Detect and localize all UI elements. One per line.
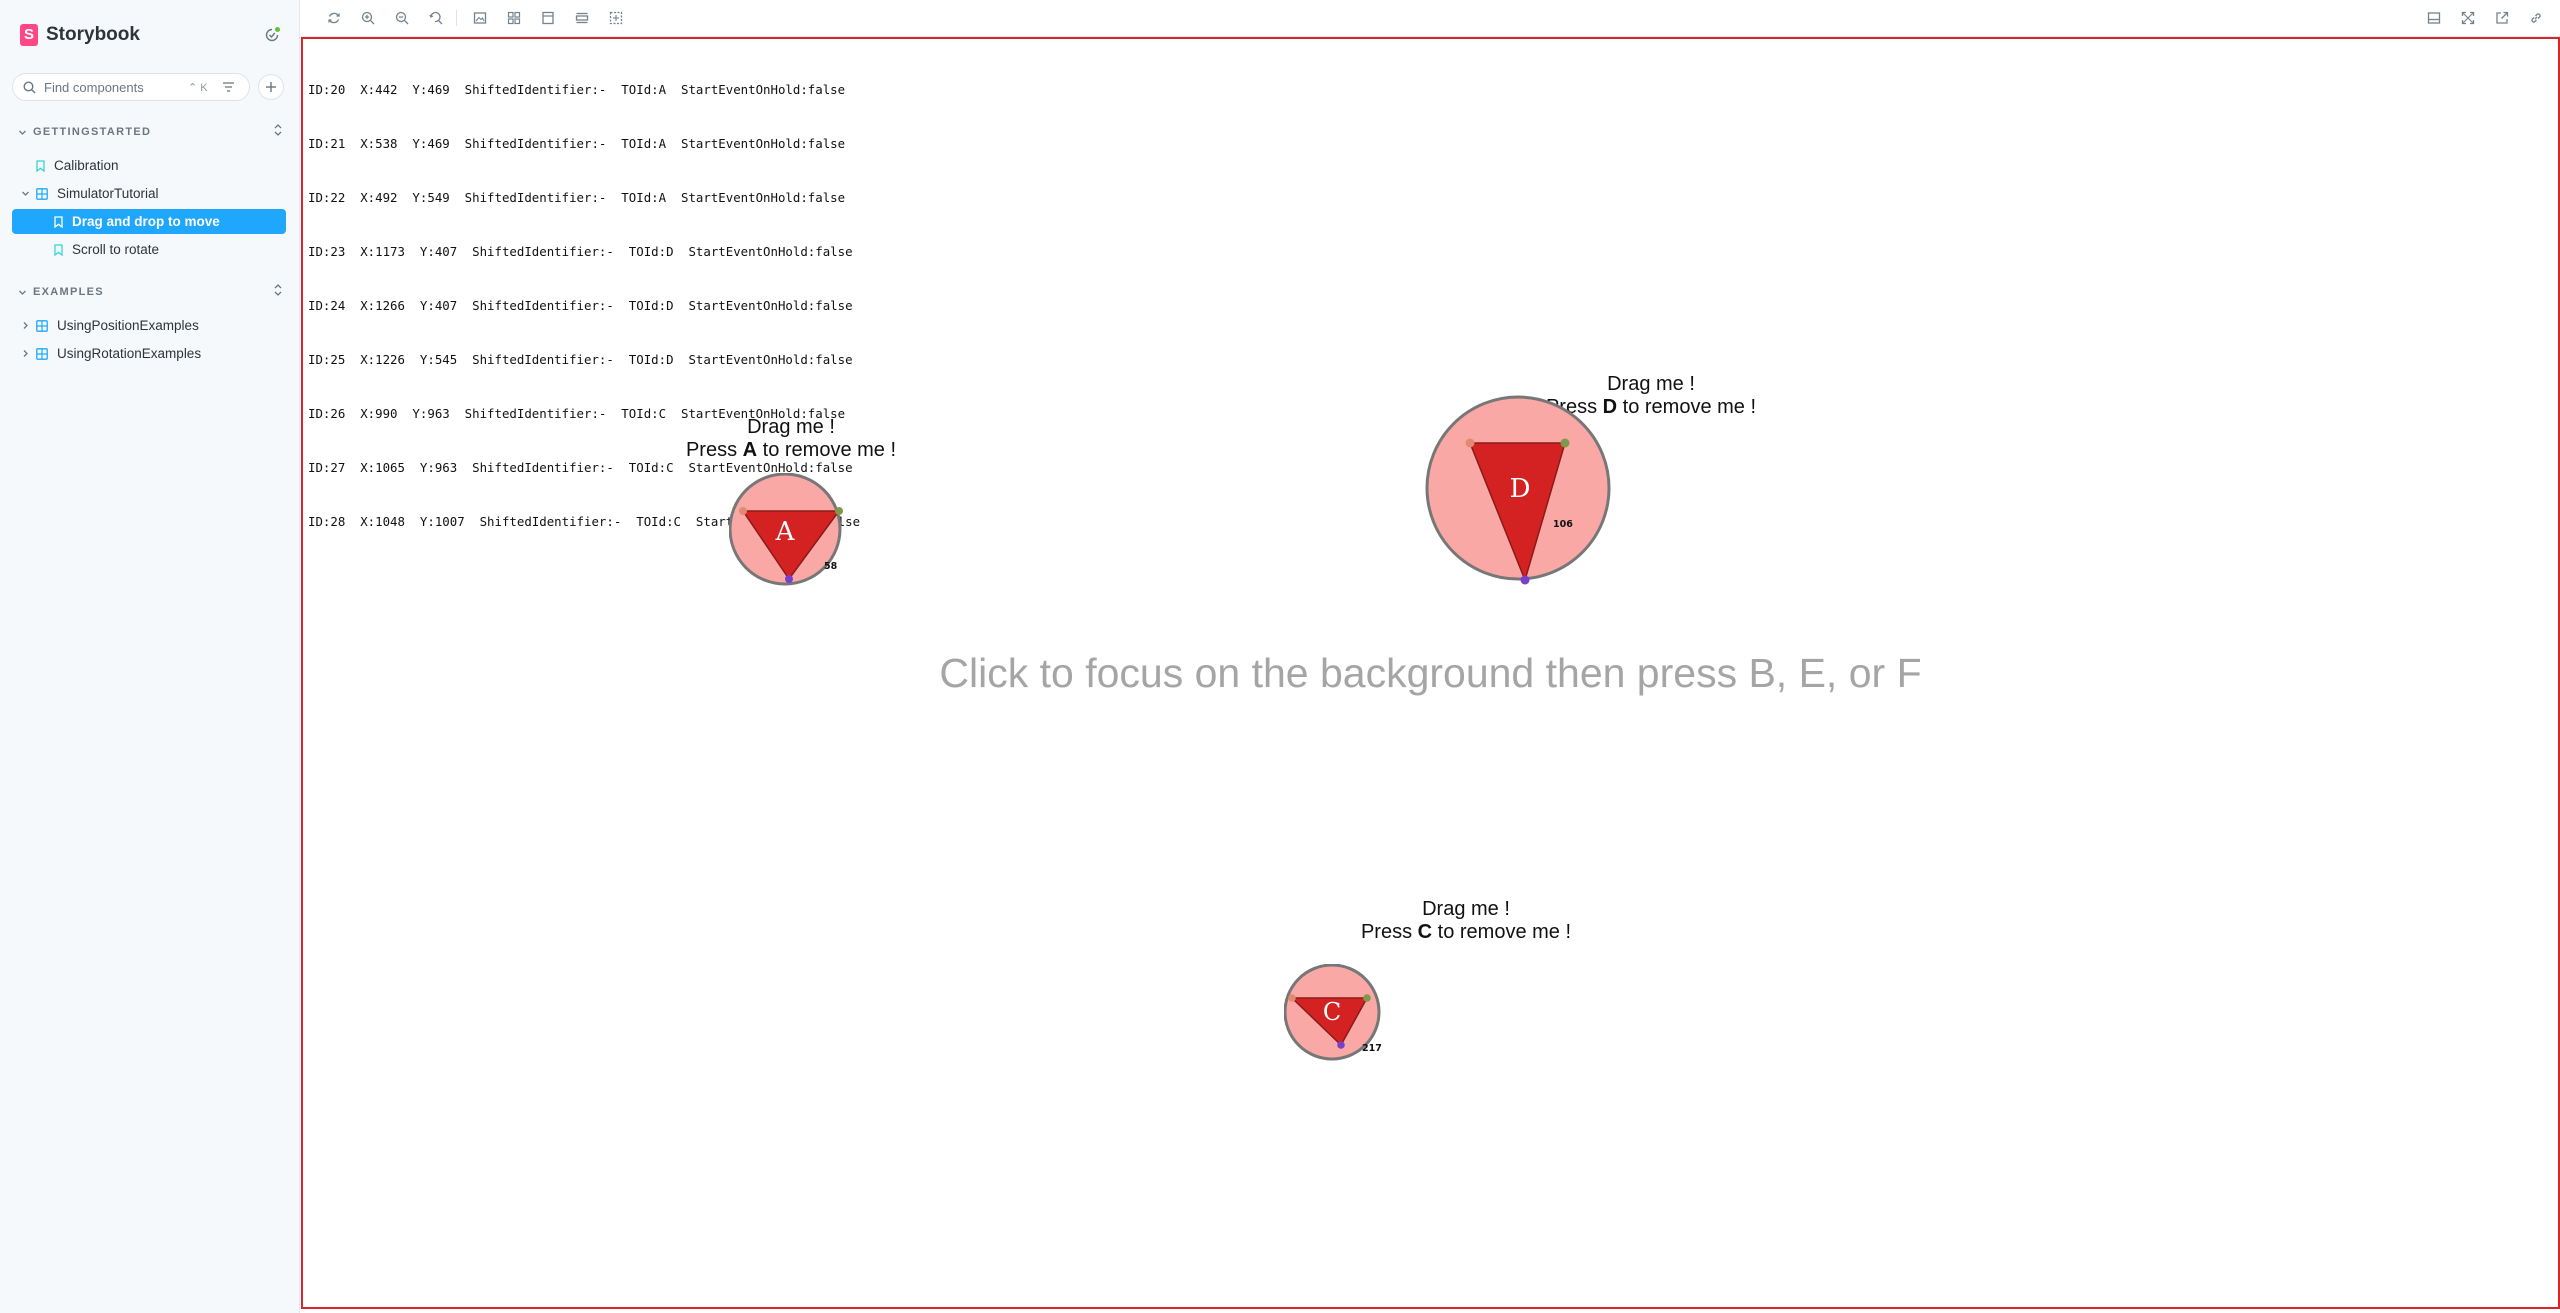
log-line: ID:23 X:1173 Y:407 ShiftedIdentifier:- T… [308,244,853,259]
section-title: GETTINGSTARTED [33,126,152,138]
viewport-button[interactable] [538,8,558,28]
log-line: ID:22 X:492 Y:549 ShiftedIdentifier:- TO… [308,190,846,205]
story-canvas[interactable]: ID:20 X:442 Y:469 ShiftedIdentifier:- TO… [301,37,2560,1309]
search-input[interactable] [44,79,184,95]
component-icon [36,347,48,360]
brand[interactable]: S Storybook [20,24,140,46]
zoom-in-icon [361,11,375,25]
background-icon [473,12,487,24]
object-letter: A [775,517,796,547]
section-examples[interactable]: EXAMPLES [18,282,284,302]
panel-toggle-button[interactable] [2424,8,2444,28]
chevron-right-icon [18,321,32,330]
viewport-icon [542,11,554,25]
drag-label-line1: Drag me ! [747,416,835,438]
chevron-down-icon [18,189,32,198]
angle-label: 106 [1553,519,1573,530]
copy-link-button[interactable] [2526,8,2546,28]
toolbar [301,0,2560,37]
sidebar-item-label: UsingPositionExamples [57,318,199,333]
angle-label: 217 [1362,1043,1382,1054]
log-line: ID:21 X:538 Y:469 ShiftedIdentifier:- TO… [308,136,846,151]
search-box[interactable]: ⌃ K [12,73,250,101]
search-shortcut: ⌃ K [188,81,208,94]
chevron-right-icon [18,349,32,358]
plus-icon [266,82,276,92]
sidebar-item-usingpositionexamples[interactable]: UsingPositionExamples [12,313,286,338]
grid-button[interactable] [504,8,524,28]
toolbar-divider [456,10,457,26]
create-button[interactable] [258,74,284,100]
zoom-out-button[interactable] [392,8,412,28]
bookmark-icon [36,159,45,172]
log-line: ID:24 X:1266 Y:407 ShiftedIdentifier:- T… [308,298,853,313]
reload-icon [328,12,340,24]
background-hint: Click to focus on the background then pr… [939,650,1922,696]
log-line: ID:25 X:1226 Y:545 ShiftedIdentifier:- T… [308,352,853,367]
outline-icon [609,11,623,25]
sidebar-item-label: Scroll to rotate [72,242,160,257]
bookmark-icon [54,243,63,256]
log-line: ID:20 X:442 Y:469 ShiftedIdentifier:- TO… [308,82,846,97]
section-gettingstarted[interactable]: GETTINGSTARTED [18,122,284,142]
background-button[interactable] [470,8,490,28]
object-letter: D [1510,474,1531,504]
outline-button[interactable] [606,8,626,28]
draggable-object-c[interactable]: C 217 [1284,964,1384,1064]
sidebar-item-label: UsingRotationExamples [57,346,202,361]
sidebar-item-simulatortutorial[interactable]: SimulatorTutorial [12,181,286,206]
filter-icon[interactable] [222,81,235,93]
remove-key: A [742,439,758,461]
bookmark-icon [54,215,63,228]
draggable-object-a[interactable]: A 58 [729,473,849,593]
copy-link-icon [2531,13,2541,23]
component-icon [36,187,48,200]
expand-all-icon[interactable] [272,123,284,137]
sidebar-item-label: Calibration [54,158,119,173]
draggable-object-d[interactable]: D 106 [1425,395,1615,585]
drag-label-line2: Press A to remove me ! [685,439,897,461]
drag-label-c: Drag me ! Press C to remove me ! [1336,898,1596,944]
measure-icon [575,12,589,24]
drag-label-line1: Drag me ! [1422,898,1510,920]
object-letter: C [1323,998,1341,1026]
zoom-reset-icon [429,11,443,25]
zoom-out-icon [395,11,409,25]
app-name: Storybook [46,24,140,45]
drag-label-a: Drag me ! Press A to remove me ! [661,416,921,462]
chevron-down-icon [19,130,26,135]
chevron-down-icon [19,290,26,295]
sidebar-item-label: SimulatorTutorial [57,186,159,201]
measure-button[interactable] [572,8,592,28]
open-new-tab-icon [2496,11,2509,24]
angle-label: 58 [824,561,838,572]
component-icon [36,319,48,332]
fullscreen-icon [2461,11,2475,25]
storybook-logo-icon: S [20,24,38,46]
status-button[interactable] [262,25,282,45]
reload-button[interactable] [324,8,344,28]
zoom-in-button[interactable] [358,8,378,28]
sidebar-item-usingrotationexamples[interactable]: UsingRotationExamples [12,341,286,366]
sidebar-item-scroll-to-rotate[interactable]: Scroll to rotate [12,237,286,262]
drag-label-line1: Drag me ! [1607,373,1695,395]
fullscreen-button[interactable] [2458,8,2478,28]
zoom-reset-button[interactable] [426,8,446,28]
drag-label-line2: Press C to remove me ! [1360,921,1572,943]
search-icon [23,80,36,93]
expand-all-icon[interactable] [272,283,284,297]
sidebar: S Storybook ⌃ K GETTINGSTARTED Calibrati… [0,0,300,1313]
status-dot [274,26,281,33]
section-title: EXAMPLES [33,286,104,298]
remove-key: C [1417,921,1433,943]
sidebar-item-drag-and-drop-to-move[interactable]: Drag and drop to move [12,209,286,234]
panel-toggle-icon [2427,12,2441,24]
sidebar-item-label: Drag and drop to move [72,214,220,229]
open-new-tab-button[interactable] [2492,8,2512,28]
grid-icon [507,11,521,25]
sidebar-item-calibration[interactable]: Calibration [12,153,286,178]
